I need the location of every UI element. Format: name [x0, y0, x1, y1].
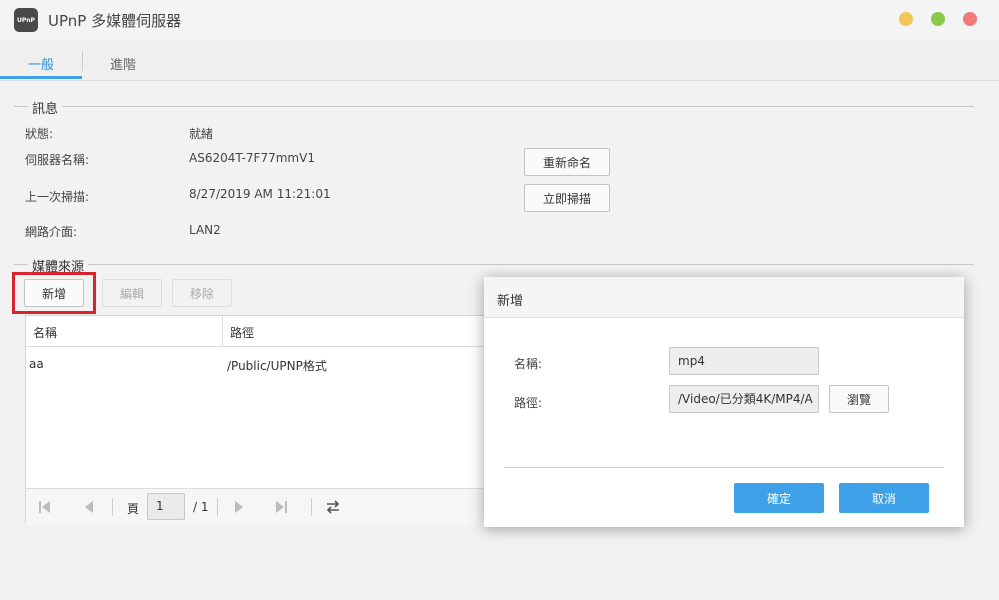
dialog-path-label: 路徑:	[514, 396, 543, 410]
refresh-icon[interactable]	[325, 499, 341, 515]
last-scan-value: 8/27/2019 AM 11:21:01	[189, 187, 331, 201]
server-name-label: 伺服器名稱:	[25, 153, 90, 167]
edit-button[interactable]: 編輯	[102, 279, 162, 307]
info-section-title: 訊息	[28, 98, 63, 117]
pager-divider	[217, 498, 218, 516]
cancel-button[interactable]: 取消	[839, 483, 929, 513]
name-input[interactable]: mp4	[669, 347, 819, 375]
page-total: / 1	[193, 500, 209, 514]
previous-page-icon[interactable]	[82, 500, 96, 514]
maximize-button[interactable]	[931, 12, 945, 26]
table-row[interactable]: aa /Public/UPNP格式	[26, 350, 496, 378]
page-number-input[interactable]: 1	[147, 493, 185, 520]
network-interface-label: 網路介面:	[25, 225, 78, 239]
column-header-path[interactable]: 路徑	[230, 324, 254, 341]
tab-bar: 一般 進階	[0, 40, 999, 81]
path-input[interactable]: /Video/已分類4K/MP4/A	[669, 385, 819, 413]
title-bar: UPnP UPnP 多媒體伺服器	[0, 0, 999, 40]
browse-button[interactable]: 瀏覽	[829, 385, 889, 413]
tab-general[interactable]: 一般	[28, 54, 54, 73]
add-button[interactable]: 新增	[24, 279, 84, 307]
next-page-icon[interactable]	[232, 500, 246, 514]
pager-divider	[311, 498, 312, 516]
column-header-name[interactable]: 名稱	[33, 324, 57, 341]
server-name-value: AS6204T-7F77mmV1	[189, 151, 315, 165]
last-scan-label: 上一次掃描:	[25, 190, 90, 204]
network-interface-value: LAN2	[189, 223, 221, 237]
page-label: 頁	[127, 502, 140, 516]
table-header: 名稱 路徑	[26, 316, 496, 347]
dialog-name-label: 名稱:	[514, 357, 543, 371]
add-media-dialog: 新增 名稱: mp4 路徑: /Video/已分類4K/MP4/A 瀏覽 確定 …	[484, 277, 964, 527]
minimize-button[interactable]	[899, 12, 913, 26]
dialog-title: 新增	[497, 294, 524, 309]
pager-divider	[112, 498, 113, 516]
tab-advanced[interactable]: 進階	[110, 54, 136, 73]
ok-button[interactable]: 確定	[734, 483, 824, 513]
status-value: 就緒	[189, 127, 214, 141]
first-page-icon[interactable]	[38, 500, 52, 514]
status-label: 狀態:	[25, 127, 54, 141]
dialog-header: 新增	[484, 277, 964, 318]
tab-divider	[82, 51, 83, 71]
column-divider	[222, 316, 223, 346]
rename-button[interactable]: 重新命名	[524, 148, 610, 176]
dialog-divider	[504, 467, 944, 468]
media-section-divider	[14, 264, 974, 265]
last-page-icon[interactable]	[274, 500, 288, 514]
row-name-cell: aa	[29, 357, 44, 371]
active-tab-indicator	[0, 76, 82, 79]
close-button[interactable]	[963, 12, 977, 26]
remove-button[interactable]: 移除	[172, 279, 232, 307]
pagination-bar: 頁 1 / 1	[26, 488, 496, 525]
window-title: UPnP 多媒體伺服器	[48, 12, 182, 30]
media-source-table: 名稱 路徑 aa /Public/UPNP格式 頁 1 / 1	[25, 315, 496, 525]
scan-now-button[interactable]: 立即掃描	[524, 184, 610, 212]
info-section-divider	[14, 106, 974, 107]
row-path-cell: /Public/UPNP格式	[227, 359, 327, 373]
upnp-app-icon: UPnP	[14, 8, 38, 32]
